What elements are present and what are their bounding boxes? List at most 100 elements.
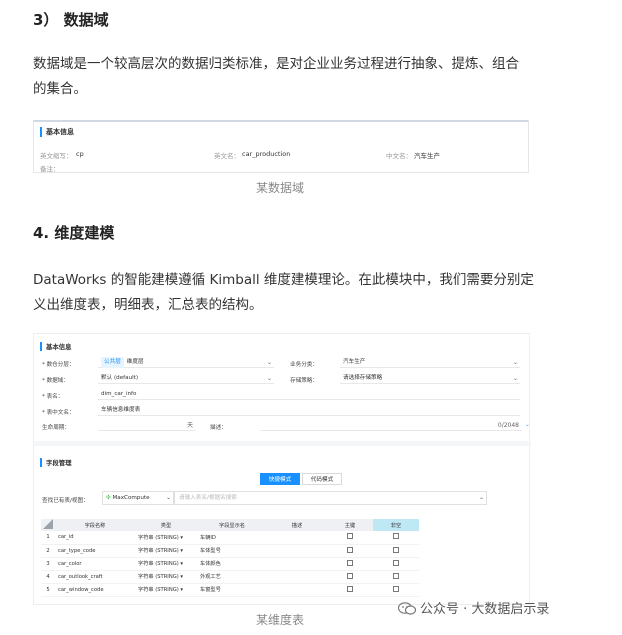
public-layer-tag: 公共层 (101, 357, 124, 368)
data-category-label: * 数仓分层： (42, 362, 75, 368)
paragraph-line: 数据域是一个较高层次的数据归类标准，是对企业业务过程进行抽象、提炼、组合 (33, 56, 519, 72)
row-number: 1 (41, 531, 55, 545)
watermark-text: 公众号 · 大数据启示录 (420, 602, 550, 617)
field-name-cell[interactable]: car_outlook_craft (55, 570, 135, 584)
field-name-cell[interactable]: car_color (55, 557, 135, 571)
field-name-cell[interactable]: car_id (55, 531, 135, 545)
en-abbr-value: cp (76, 150, 84, 158)
not-null-checkbox[interactable] (393, 585, 399, 592)
primary-key-checkbox[interactable] (347, 559, 353, 566)
description-cell[interactable] (267, 557, 327, 571)
not-null-checkbox[interactable] (393, 533, 399, 540)
data-domain-label: * 数据域： (42, 378, 69, 384)
description-cell[interactable] (267, 570, 327, 584)
not-null-cell (373, 544, 419, 558)
field-type-value: 字符串 (STRING) (138, 534, 179, 541)
maxcompute-icon: ✣ (106, 495, 111, 501)
chevron-down-icon: ⌄ (512, 359, 518, 366)
caption-dimension-table: 某维度表 (255, 613, 304, 627)
data-domain-select[interactable]: 默认 (default) ⌄ (98, 373, 274, 384)
cn-name-value: 汽车生产 (414, 152, 440, 160)
field-type-value: 字符串 (STRING) (138, 561, 179, 567)
section-heading-dimension-modeling: 4. 维度建模 (33, 224, 115, 242)
not-null-checkbox[interactable] (393, 572, 399, 579)
field-type-cell[interactable]: 字符串 (STRING) ▾ (135, 570, 197, 584)
section-heading-data-domain: 3） 数据域 (33, 11, 109, 29)
description-cell[interactable] (267, 583, 327, 597)
primary-key-checkbox[interactable] (347, 533, 353, 540)
description-cell[interactable] (267, 531, 327, 545)
data-category-select[interactable]: 公共层 维度层 ⌄ (98, 357, 274, 368)
corner-icon (43, 519, 53, 529)
field-name-cell[interactable]: car_window_code (55, 583, 135, 597)
quick-mode-tab[interactable]: 快捷模式 (260, 473, 300, 485)
paragraph-line: 义出维度表，明细表，汇总表的结构。 (33, 297, 263, 313)
table-name-label: * 表名： (42, 394, 64, 400)
chevron-down-icon: ⌄ (512, 375, 518, 382)
storage-policy-select[interactable]: 请选择存储策略 ⌄ (340, 373, 520, 384)
not-null-checkbox[interactable] (393, 559, 399, 566)
primary-key-cell (327, 570, 373, 584)
field-type-value: 字符串 (STRING) (138, 587, 179, 593)
primary-key-cell (327, 557, 373, 571)
table-row: 2 car_type_code 字符串 (STRING) ▾ 车体型号 (41, 544, 419, 558)
primary-key-cell (327, 544, 373, 558)
basic-info-card: 基本信息 英文缩写： cp 英文名： car_production 中文名： 汽… (33, 120, 529, 173)
dropdown-arrow-icon: ▾ (180, 561, 184, 567)
business-category-select[interactable]: 汽车生产 ⌄ (340, 357, 520, 368)
en-name-label: 英文名： (214, 152, 240, 160)
engine-select[interactable]: ✣ MaxCompute ⌄ (102, 491, 174, 505)
business-category-value: 汽车生产 (343, 359, 366, 365)
primary-key-checkbox[interactable] (347, 546, 353, 553)
field-type-cell[interactable]: 字符串 (STRING) ▾ (135, 544, 197, 558)
en-name-value: car_production (242, 150, 291, 158)
row-number: 2 (41, 544, 55, 558)
lifecycle-unit: 天 (186, 422, 193, 429)
column-header-not-null: 非空 (373, 519, 419, 531)
primary-key-checkbox[interactable] (347, 572, 353, 579)
display-name-cell[interactable]: 外观工艺 (197, 570, 267, 584)
column-header-primary-key: 主键 (327, 519, 373, 531)
not-null-cell (373, 531, 419, 545)
column-header-field-name: 字段名称 (55, 519, 135, 531)
row-number: 5 (41, 583, 55, 597)
lifecycle-label: 生命周期： (42, 425, 70, 431)
field-type-cell[interactable]: 字符串 (STRING) ▾ (135, 531, 197, 545)
column-header-display-name: 字段显示名 (197, 519, 267, 531)
dropdown-arrow-icon: ▾ (180, 574, 184, 580)
description-input[interactable]: 0/2048 (260, 420, 522, 431)
lookup-table-label: 查找已有表/视图： (42, 498, 89, 504)
section-divider (34, 441, 531, 446)
column-header-description: 描述 (267, 519, 327, 531)
not-null-cell (373, 557, 419, 571)
table-cn-name-input[interactable]: 车辆信息维度表 (98, 405, 520, 416)
not-null-checkbox[interactable] (393, 546, 399, 553)
field-type-cell[interactable]: 字符串 (STRING) ▾ (135, 583, 197, 597)
dropdown-arrow-icon: ▾ (180, 548, 184, 554)
display-name-cell[interactable]: 车体型号 (197, 544, 267, 558)
basic-info-section-title: 基本信息 (40, 342, 72, 351)
storage-policy-label: 存储策略： (290, 378, 318, 384)
table-name-input[interactable]: dim_car_info (98, 389, 520, 400)
caption-data-domain: 某数据域 (255, 181, 304, 195)
display-name-cell[interactable]: 车窗型号 (197, 583, 267, 597)
primary-key-checkbox[interactable] (347, 585, 353, 592)
field-name-cell[interactable]: car_type_code (55, 544, 135, 558)
row-number: 4 (41, 570, 55, 584)
code-mode-tab[interactable]: 代码模式 (302, 473, 342, 485)
field-type-cell[interactable]: 字符串 (STRING) ▾ (135, 557, 197, 571)
wechat-watermark: 公众号 · 大数据启示录 (398, 598, 549, 617)
expand-icon[interactable]: ⌄ (525, 422, 530, 428)
display-name-cell[interactable]: 车体颜色 (197, 557, 267, 571)
table-row: 3 car_color 字符串 (STRING) ▾ 车体颜色 (41, 557, 419, 571)
description-cell[interactable] (267, 544, 327, 558)
lifecycle-input[interactable]: 天 (98, 420, 196, 431)
row-number: 3 (41, 557, 55, 571)
display-name-cell[interactable]: 车辆ID (197, 531, 267, 545)
not-null-cell (373, 570, 419, 584)
lookup-search-input[interactable]: 请输入表名/根据名搜索 ⌄ (174, 491, 487, 505)
chevron-down-icon: ⌄ (165, 494, 171, 501)
fields-table: 字段名称 类型 字段显示名 描述 主键 非空 1 car_id 字符串 (STR… (41, 519, 419, 597)
lookup-placeholder: 请输入表名/根据名搜索 (179, 495, 237, 501)
primary-key-cell (327, 583, 373, 597)
